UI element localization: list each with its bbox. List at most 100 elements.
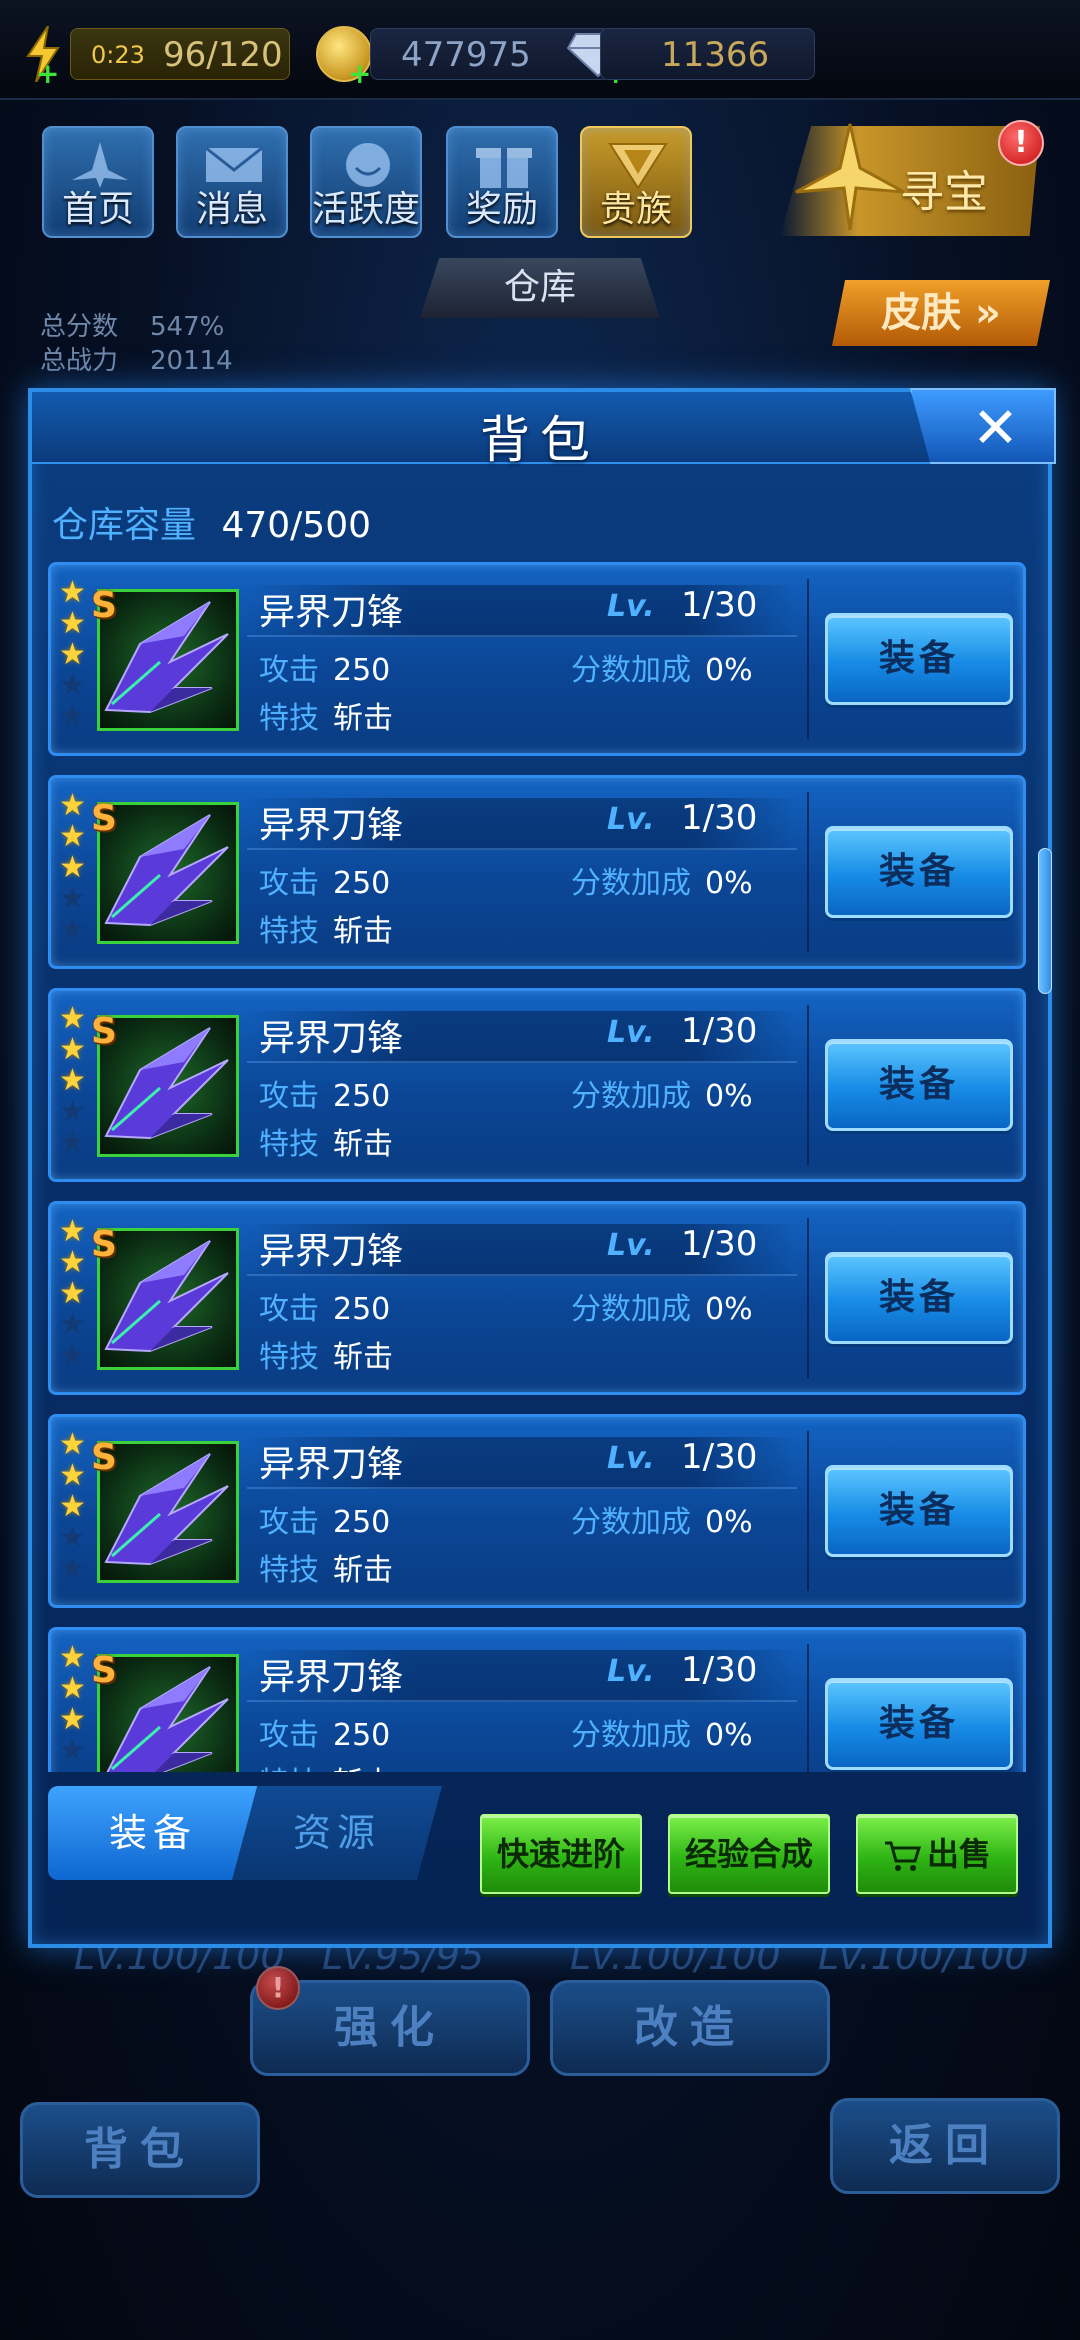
item-name: 异界刀锋 [259,1657,404,1698]
menu-rewards-button[interactable]: 奖励 [446,126,558,238]
skin-button[interactable]: 皮肤 » [832,280,1050,346]
total-score-label: 总分数 [40,312,119,342]
attack-value: 250 [333,866,391,901]
level-label: Lv. [607,1654,655,1689]
bonus-row: 分数加成 0% [571,1710,753,1754]
quick-advance-button[interactable]: 快速进阶 [480,1814,642,1894]
tab-resources[interactable]: 资源 [232,1786,442,1880]
skill-label: 特技 [259,914,319,949]
card-divider [807,1644,809,1772]
gold-add-icon[interactable]: + [348,60,372,88]
menu-home-button[interactable]: 首页 [42,126,154,238]
background-stats: 总分数 547% 总战力 20114 [40,310,233,378]
level-value: 1/30 [681,1224,758,1264]
level-label: Lv. [607,1441,655,1476]
skill-label: 特技 [259,701,319,736]
total-power-value: 20114 [150,346,233,376]
item-card[interactable]: ★★★★★S异界刀锋Lv.1/30攻击250分数加成0%特技斩击装备 [48,562,1026,756]
menu-noble-button[interactable]: 贵族 [580,126,692,238]
rank-badge: S [91,1650,117,1691]
list-scrollbar[interactable] [1038,848,1052,994]
star-icon: ★ [59,1520,86,1555]
card-divider [807,1005,809,1165]
attack-label: 攻击 [259,1292,319,1327]
item-card[interactable]: ★★★★★S异界刀锋Lv.1/30攻击250分数加成0%特技斩击装备 [48,1627,1026,1772]
sell-label: 出售 [926,1835,991,1873]
rank-badge: S [91,798,117,839]
item-card[interactable]: ★★★★★S异界刀锋Lv.1/30攻击250分数加成0%特技斩击装备 [48,988,1026,1182]
bonus-value: 0% [705,653,753,688]
star-icon: ★ [59,1551,86,1586]
star-icon: ★ [59,1702,86,1737]
equip-button[interactable]: 装备 [825,613,1013,705]
skill-value: 斩击 [333,1340,393,1375]
level-label: Lv. [607,589,655,624]
bonus-label: 分数加成 [571,1718,691,1753]
capacity-value: 470/500 [221,505,372,546]
equip-button[interactable]: 装备 [825,1252,1013,1344]
menu-home-label: 首页 [61,189,134,230]
bonus-value: 0% [705,1079,753,1114]
equip-button[interactable]: 装备 [825,1465,1013,1557]
level-value: 1/30 [681,1437,758,1477]
warehouse-tab[interactable]: 仓库 [420,258,660,318]
star-icon: ★ [59,1733,86,1768]
exp-merge-button[interactable]: 经验合成 [668,1814,830,1894]
attack-row: 攻击 250 [259,1071,390,1115]
item-list[interactable]: ★ ★ ★ ★ ★ S 异界刀锋 Lv. 1/30 攻击 250 分数加成 0% 特技 斩击 装备 ★ ★ ★ ★ ★ S… [48,562,1028,1772]
star-rating: ★★★★★ [59,577,89,732]
golden-jet-icon [795,123,905,231]
star-icon: ★ [59,1427,86,1462]
bonus-value: 0% [705,866,753,901]
gem-value: 11366 [661,35,770,75]
star-icon: ★ [59,606,86,641]
level-value: 1/30 [681,585,758,625]
tab-equipment[interactable]: 装备 [48,1786,258,1880]
attack-value: 250 [333,1718,391,1753]
bonus-row: 分数加成 0% [571,1284,753,1328]
back-button[interactable]: 返回 [830,2098,1060,2194]
capacity-row: 仓库容量 470/500 [52,496,371,548]
star-icon: ★ [59,1671,86,1706]
skill-label: 特技 [259,1766,319,1772]
energy-add-icon[interactable]: + [36,60,60,88]
bonus-label: 分数加成 [571,1505,691,1540]
item-name: 异界刀锋 [259,1231,404,1272]
star-icon: ★ [59,1276,86,1311]
modify-button[interactable]: 改造 [550,1980,830,2076]
menu-messages-button[interactable]: 消息 [176,126,288,238]
attack-value: 250 [333,1079,391,1114]
rank-badge: S [91,1437,117,1478]
item-card[interactable]: ★★★★★S异界刀锋Lv.1/30攻击250分数加成0%特技斩击装备 [48,1414,1026,1608]
star-icon: ★ [59,912,86,947]
item-card[interactable]: ★★★★★S异界刀锋Lv.1/30攻击250分数加成0%特技斩击装备 [48,775,1026,969]
skill-row: 特技斩击 [259,906,393,950]
menu-activity-button[interactable]: 活跃度 [310,126,422,238]
star-icon: ★ [59,850,86,885]
rank-badge: S [91,585,117,626]
attack-label: 攻击 [259,1718,319,1753]
equip-button[interactable]: 装备 [825,826,1013,918]
item-card[interactable]: ★★★★★S异界刀锋Lv.1/30攻击250分数加成0%特技斩击装备 [48,1201,1026,1395]
energy-counter: 0:23 96/120 [70,28,290,80]
star-icon: ★ [59,637,86,672]
energy-timer: 0:23 [91,41,145,69]
equip-button[interactable]: 装备 [825,1039,1013,1131]
attack-label: 攻击 [259,1079,319,1114]
skill-value: 斩击 [333,914,393,949]
close-button[interactable]: ✕ [910,388,1056,464]
attack-label: 攻击 [259,866,319,901]
star-rating: ★★★★★ [59,1003,89,1158]
star-icon: ★ [59,575,86,610]
star-icon: ★ [59,1245,86,1280]
level-value: 1/30 [681,1011,758,1051]
bonus-label: 分数加成 [571,1292,691,1327]
treasure-badge: ! [998,120,1044,166]
equip-button[interactable]: 装备 [825,1678,1013,1770]
capacity-label: 仓库容量 [52,505,197,546]
sell-button[interactable]: 出售 [856,1814,1018,1894]
energy-value: 96/120 [163,35,283,75]
star-icon: ★ [59,699,86,734]
level-label: Lv. [607,1228,655,1263]
bag-button[interactable]: 背包 [20,2102,260,2198]
